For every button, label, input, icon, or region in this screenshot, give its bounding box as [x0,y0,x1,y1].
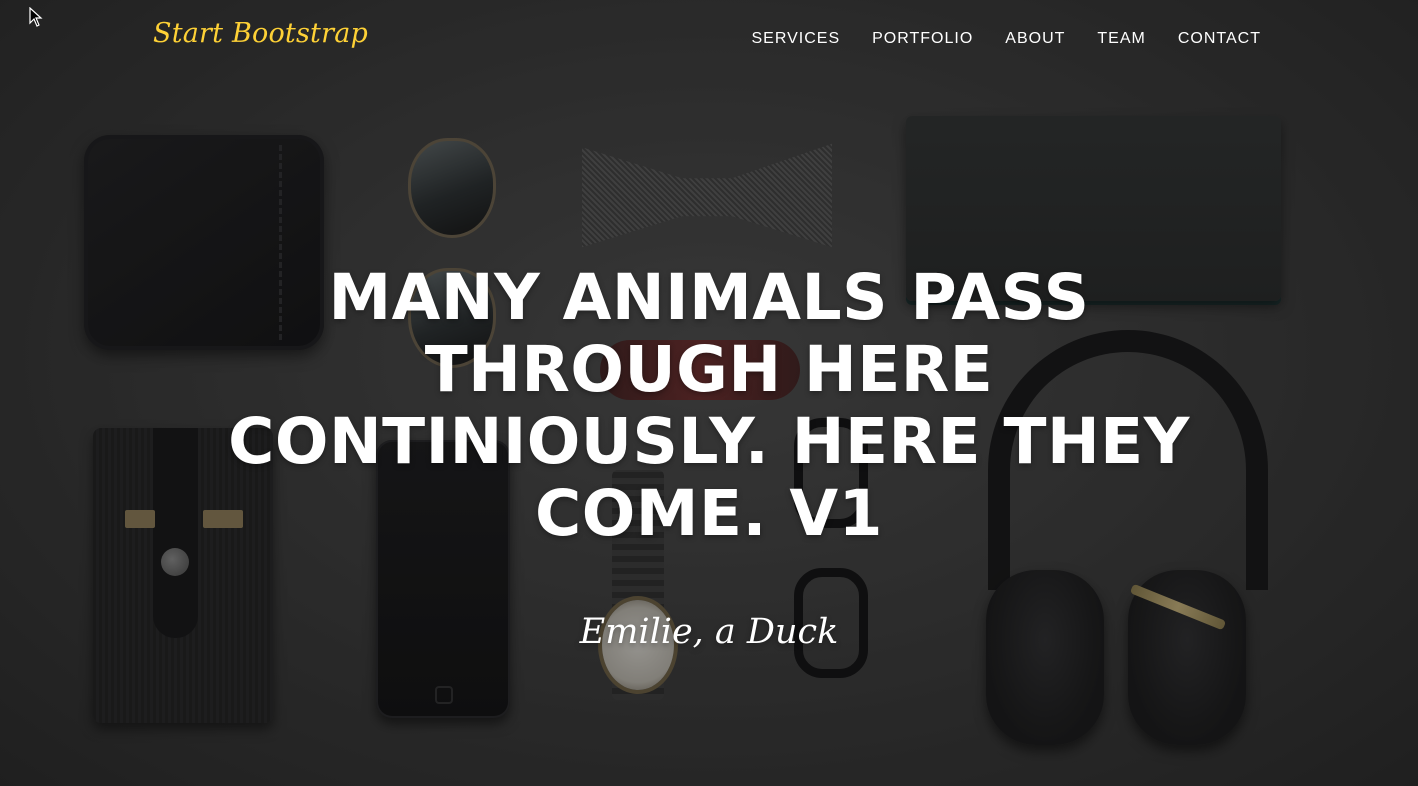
brand-logo-link[interactable]: Start Bootstrap [153,18,368,49]
nav-item-portfolio: PORTFOLIO [872,30,973,48]
nav-item-about: ABOUT [1005,30,1065,48]
nav-item-services: SERVICES [751,30,840,48]
page: Start Bootstrap SERVICES PORTFOLIO ABOUT… [0,0,1418,786]
main-navbar: Start Bootstrap SERVICES PORTFOLIO ABOUT… [0,0,1418,80]
nav-link-portfolio[interactable]: PORTFOLIO [872,30,973,47]
nav-menu: SERVICES PORTFOLIO ABOUT TEAM CONTACT [751,30,1261,48]
nav-link-about[interactable]: ABOUT [1005,30,1065,47]
nav-link-team[interactable]: TEAM [1097,30,1145,47]
hero-heading: MANY ANIMALS PASS THROUGH HERE CONTINIOU… [228,261,1190,550]
mouse-pointer-icon [29,7,43,27]
nav-link-services[interactable]: SERVICES [751,30,840,47]
nav-item-team: TEAM [1097,30,1145,48]
nav-item-contact: CONTACT [1178,30,1261,48]
nav-link-contact[interactable]: CONTACT [1178,30,1261,47]
hero-subheading: Emilie, a Duck [579,612,839,652]
